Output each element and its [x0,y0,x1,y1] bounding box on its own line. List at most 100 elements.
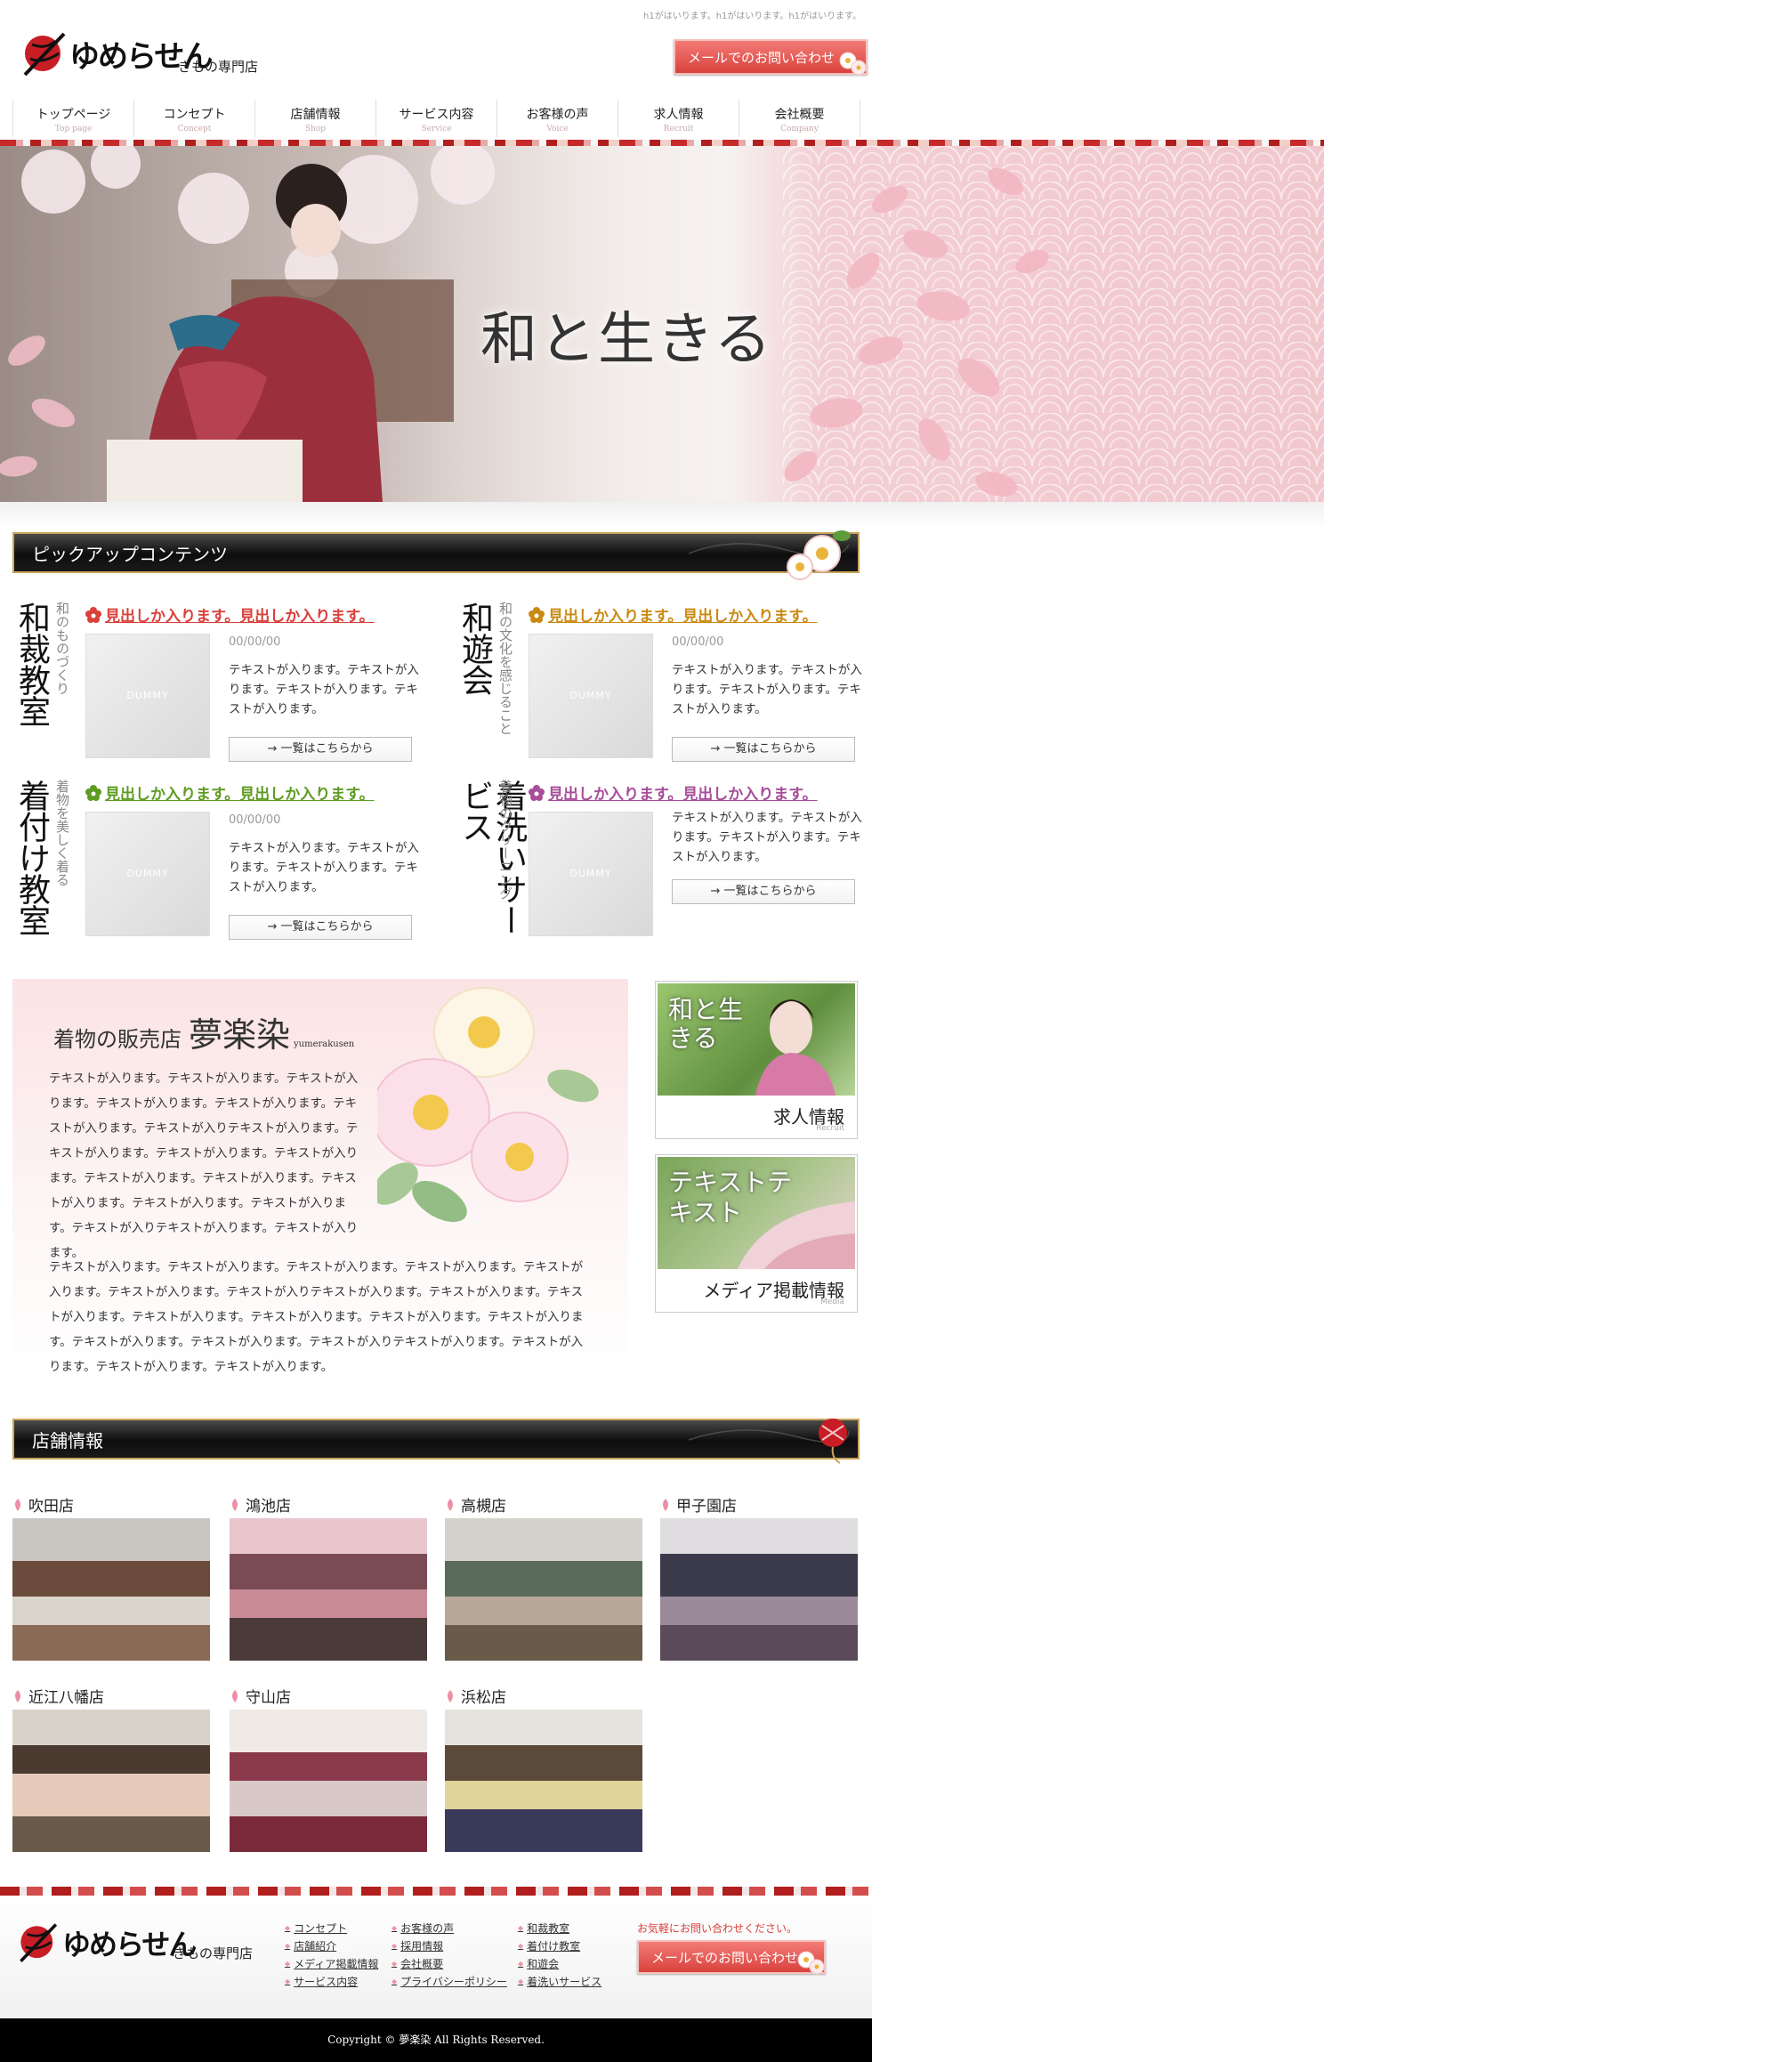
media-banner-overlay: テキストテキスト [668,1168,793,1227]
shop-name: 近江八幡店 [12,1685,104,1707]
shop-name-label: 守山店 [246,1689,291,1707]
flower-icon [797,1951,825,1975]
footer-link[interactable]: 和裁教室 [518,1919,601,1937]
nav-item-service[interactable]: サービス内容 Service [376,100,497,137]
shop-photo [445,1710,642,1852]
recruit-banner[interactable]: 和と生きる 求人情報 Recruit [655,981,858,1139]
nav-item-shop[interactable]: 店舗情報 Shop [255,100,376,137]
flower-bullet-icon [85,784,101,801]
pickup-headline: 見出しか入ります。見出しか入ります。 [548,608,818,626]
about-title: 着物の販売店 夢楽染 yumerakusen [53,1007,354,1056]
media-banner-en: Media [819,1298,844,1306]
shop-card[interactable]: 浜松店 [445,1685,642,1863]
footer-link[interactable]: 採用情報 [391,1937,507,1954]
h1-text: h1がはいります。h1がはいります。h1がはいります。 [643,12,862,21]
petal-icon [448,1498,453,1511]
footer-link[interactable]: 和遊会 [518,1954,601,1972]
thumbnail-label: DUMMY [126,690,169,701]
shop-card[interactable]: 近江八幡店 [12,1685,210,1863]
pickup-item: 和裁教室 和のものづくり 見出しか入ります。見出しか入ります。 DUMMY 00… [13,602,424,771]
thumbnail-label: DUMMY [569,868,612,879]
pickup-headline-link[interactable]: 見出しか入ります。見出しか入ります。 [529,781,818,804]
shop-name: 鴻池店 [230,1493,291,1516]
shop-card[interactable]: 吹田店 [12,1493,210,1671]
footer-link[interactable]: 店舗紹介 [285,1937,378,1954]
pickup-thumbnail[interactable]: DUMMY [529,812,653,936]
view-list-button[interactable]: → 一覧はこちらから [229,915,412,940]
footer-link[interactable]: サービス内容 [285,1972,378,1990]
contact-button[interactable]: メールでのお問い合わせ [674,39,868,76]
shop-card[interactable]: 高槻店 [445,1493,642,1671]
pickup-thumbnail[interactable]: DUMMY [529,634,653,758]
view-list-button[interactable]: → 一覧はこちらから [229,737,412,762]
shop-card[interactable]: 甲子園店 [660,1493,858,1671]
pickup-item: 和遊会 和の文化を感じること 見出しか入ります。見出しか入ります。 DUMMY … [456,602,867,771]
view-list-button[interactable]: → 一覧はこちらから [672,737,855,762]
nav-item-voice[interactable]: お客様の声 Voice [497,100,618,137]
pickup-headline: 見出しか入ります。見出しか入ります。 [105,786,375,804]
pickup-title: 和遊会 [456,602,493,695]
nav-label: コンセプト [163,108,226,122]
media-banner[interactable]: テキストテキスト メディア掲載情報 Media [655,1154,858,1313]
pickup-subtitle: 着物のクリーニング [497,780,513,900]
copyright: Copyright © 夢楽染 All Rights Reserved. [0,2018,872,2062]
pickup-headline-link[interactable]: 見出しか入ります。見出しか入ります。 [85,603,375,626]
pickup-heading: ピックアップコンテンツ [32,543,228,565]
logo-subtitle: きもの専門店 [178,59,259,75]
footer-link[interactable]: 着洗いサービス [518,1972,601,1990]
pickup-headline-link[interactable]: 見出しか入ります。見出しか入ります。 [85,781,375,804]
logo[interactable]: ゆめらせん きもの専門店 [20,27,260,89]
flower-bullet-icon [85,606,101,623]
footer-link[interactable]: 会社概要 [391,1954,507,1972]
pickup-thumbnail[interactable]: DUMMY [85,812,210,936]
about-title-small: 着物の販売店 [53,1027,182,1052]
nav-item-recruit[interactable]: 求人情報 Recruit [618,100,739,137]
pickup-headline-link[interactable]: 見出しか入ります。見出しか入ります。 [529,603,818,626]
shop-card[interactable]: 鴻池店 [230,1493,427,1671]
pickup-date: 00/00/00 [672,635,724,649]
contact-button-label: メールでのお問い合わせ [688,49,835,66]
footer-contact-button[interactable]: メールでのお問い合わせ [637,1940,826,1975]
about-title-brand: 夢楽染 [189,1015,291,1055]
nav-label-en: Service [421,125,452,133]
shop-name-label: 鴻池店 [246,1498,291,1516]
view-list-label: 一覧はこちらから [723,885,817,898]
nav-item-company[interactable]: 会社概要 Company [739,100,860,137]
view-list-label: 一覧はこちらから [280,742,374,756]
shop-photo [12,1710,210,1852]
shop-card[interactable]: 守山店 [230,1685,427,1863]
pickup-thumbnail[interactable]: DUMMY [85,634,210,758]
shop-name-label: 高槻店 [461,1498,506,1516]
footer: ゆめらせん きもの専門店 コンセプト 店舗紹介 メディア掲載情報 サービス内容 … [0,1896,872,2018]
recruit-banner-overlay: 和と生きる [668,995,744,1053]
nav-label-en: Company [780,125,819,133]
nav-item-concept[interactable]: コンセプト Concept [134,100,255,137]
footer-link[interactable]: コンセプト [285,1919,378,1937]
pickup-headline: 見出しか入ります。見出しか入ります。 [105,608,375,626]
footer-link[interactable]: メディア掲載情報 [285,1954,378,1972]
media-banner-image: テキストテキスト [658,1157,855,1269]
pickup-subtitle: 着物を美しく着る [54,780,70,886]
pickup-item: 着付け教室 着物を美しく着る 見出しか入ります。見出しか入ります。 DUMMY … [13,780,424,949]
footer-links-col3: 和裁教室 着付け教室 和遊会 着洗いサービス [518,1919,601,1990]
nav-label-en: Voice [546,125,569,133]
pickup-section-header: ピックアップコンテンツ [12,530,860,580]
pickup-text: テキストが入ります。テキストが入ります。テキストが入ります。テキストが入ります。 [229,841,419,894]
shop-name: 浜松店 [445,1685,506,1707]
footer-link[interactable]: お客様の声 [391,1919,507,1937]
thumbnail-label: DUMMY [569,690,612,701]
view-list-button[interactable]: → 一覧はこちらから [672,879,855,904]
arrow-right-icon: → [710,742,724,756]
pickup-text: テキストが入ります。テキストが入ります。テキストが入ります。テキストが入ります。 [229,663,419,716]
hero-title: 和と生きる [480,307,773,373]
shop-name-label: 近江八幡店 [28,1689,104,1707]
footer-link[interactable]: プライバシーポリシー [391,1972,507,1990]
nav-item-top[interactable]: トップページ Top page [13,100,134,137]
footer-logo[interactable]: ゆめらせん きもの専門店 [16,1917,256,1979]
flower-bullet-icon [529,784,545,801]
camellia-flowers-icon [377,987,599,1223]
pickup-text: テキストが入ります。テキストが入ります。テキストが入ります。テキストが入ります。 [672,811,862,864]
shop-photo [445,1518,642,1661]
footer-link[interactable]: 着付け教室 [518,1937,601,1954]
shops-heading: 店舗情報 [32,1429,103,1451]
